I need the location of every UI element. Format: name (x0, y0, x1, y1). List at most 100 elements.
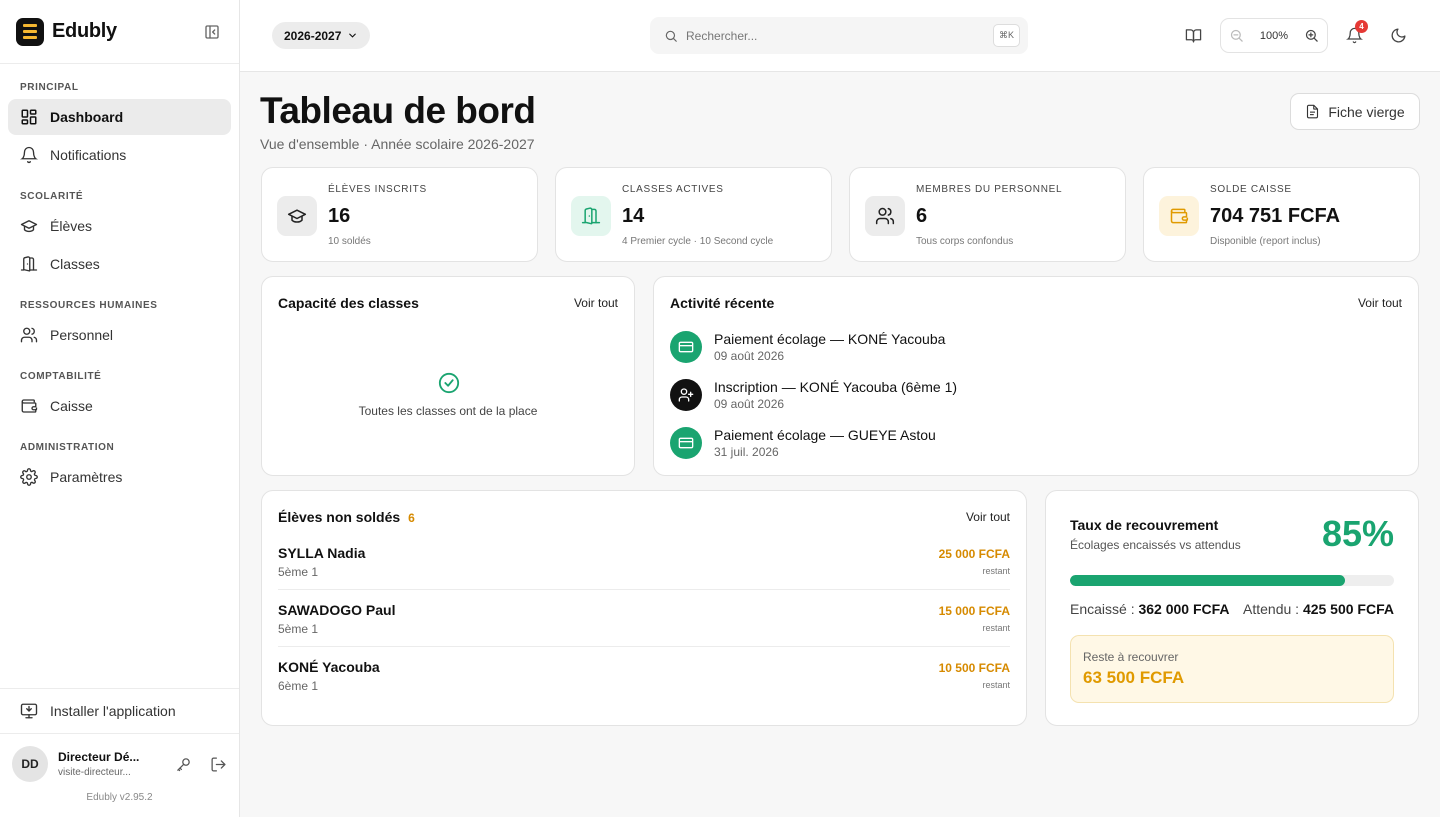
fiche-vierge-button[interactable]: Fiche vierge (1290, 93, 1420, 130)
user-info: Directeur Dé... visite-directeur... (58, 750, 148, 778)
stat-card-personnel[interactable]: MEMBRES DU PERSONNEL 6 Tous corps confon… (849, 167, 1126, 262)
activity-date: 31 juil. 2026 (714, 445, 779, 459)
door-icon (571, 196, 611, 236)
dashboard-icon (21, 109, 37, 125)
sidebar-item-eleves[interactable]: Élèves (8, 208, 231, 244)
school-year-selector[interactable]: 2026-2027 (272, 22, 371, 49)
stat-sub: Disponible (report inclus) (1210, 236, 1321, 247)
activity-item[interactable]: Paiement écolage — GUEYE Astou 31 juil. … (670, 426, 936, 460)
see-all-link[interactable]: Voir tout (1358, 296, 1402, 310)
gear-icon (20, 468, 38, 486)
student-class: 5ème 1 (278, 622, 319, 636)
empty-state-text: Toutes les classes ont de la place (358, 404, 538, 418)
sidebar-item-label: Paramètres (50, 469, 123, 485)
notifications-button[interactable]: 4 (1343, 20, 1368, 46)
stat-label: ÉLÈVES INSCRITS (328, 184, 427, 195)
activity-title: Inscription — KONÉ Yacouba (6ème 1) (714, 379, 958, 395)
sidebar-item-label: Personnel (50, 327, 114, 343)
card-title: Élèves non soldés 6 (278, 509, 415, 525)
recovery-rate-card: Taux de recouvrement Écolages encaissés … (1045, 490, 1419, 726)
stat-label: MEMBRES DU PERSONNEL (916, 184, 1063, 195)
card-title: Taux de recouvrement (1070, 517, 1219, 533)
docs-button[interactable] (1182, 24, 1204, 46)
chevron-down-icon (349, 33, 357, 38)
activity-card: Activité récente Voir tout Paiement écol… (653, 276, 1419, 476)
zoom-out-icon[interactable] (1229, 28, 1244, 43)
stat-card-caisse[interactable]: SOLDE CAISSE 704 751 FCFA Disponible (re… (1143, 167, 1420, 262)
table-row[interactable]: KONÉ Yacouba 6ème 1 10 500 FCFA restant (278, 659, 1010, 715)
see-all-link[interactable]: Voir tout (966, 510, 1010, 524)
amount-note: restant (982, 623, 1010, 633)
key-icon[interactable] (175, 756, 192, 773)
logout-icon[interactable] (210, 756, 227, 773)
graduation-cap-icon (277, 196, 317, 236)
student-class: 5ème 1 (278, 565, 319, 579)
row-divider (278, 589, 1010, 590)
row-divider (278, 646, 1010, 647)
wallet-icon (1159, 196, 1199, 236)
zoom-level: 100% (1259, 29, 1289, 42)
page-subtitle: Vue d'ensemble · Année scolaire 2026-202… (260, 136, 535, 152)
stat-value: 704 751 FCFA (1210, 205, 1341, 227)
student-class: 6ème 1 (278, 679, 319, 693)
install-icon (20, 703, 38, 719)
table-row[interactable]: SYLLA Nadia 5ème 1 25 000 FCFA restant (278, 545, 1010, 601)
sidebar-collapse-icon[interactable] (201, 21, 223, 43)
expected-total: Attendu : 425 500 FCFA (1243, 601, 1394, 617)
search-icon (665, 30, 677, 42)
school-year-label: 2026-2027 (284, 28, 342, 43)
amount-note: restant (982, 680, 1010, 690)
sidebar-item-classes[interactable]: Classes (8, 246, 231, 282)
activity-item[interactable]: Paiement écolage — KONÉ Yacouba 09 août … (670, 330, 945, 364)
sidebar-item-label: Élèves (50, 218, 93, 234)
theme-toggle[interactable] (1387, 24, 1409, 46)
search-bar[interactable]: ⌘K (650, 17, 1028, 54)
student-name: KONÉ Yacouba (278, 659, 380, 675)
stat-card-classes[interactable]: CLASSES ACTIVES 14 4 Premier cycle · 10 … (555, 167, 832, 262)
collected-value: 362 000 FCFA (1138, 601, 1230, 617)
sidebar-item-dashboard[interactable]: Dashboard (8, 99, 231, 135)
door-icon (20, 256, 38, 272)
nav-section-scolarite: SCOLARITÉ (20, 191, 84, 202)
search-input[interactable] (686, 28, 993, 43)
stat-value: 16 (328, 205, 351, 227)
see-all-link[interactable]: Voir tout (574, 296, 618, 310)
search-shortcut: ⌘K (992, 24, 1020, 47)
avatar[interactable]: DD (12, 746, 48, 782)
moon-icon (1391, 27, 1406, 42)
fiche-vierge-label: Fiche vierge (1328, 103, 1405, 120)
install-app-button[interactable]: Installer l'application (0, 688, 239, 734)
stat-value: 6 (916, 205, 928, 227)
card-title: Capacité des classes (278, 295, 419, 311)
activity-date: 09 août 2026 (714, 349, 785, 363)
amount-note: restant (982, 566, 1010, 576)
table-row[interactable]: SAWADOGO Paul 5ème 1 15 000 FCFA restant (278, 602, 1010, 658)
unpaid-students-card: Élèves non soldés 6 Voir tout SYLLA Nadia… (261, 490, 1027, 726)
sidebar-item-notifications[interactable]: Notifications (8, 137, 231, 173)
card-title: Activité récente (670, 295, 775, 311)
stat-sub: Tous corps confondus (916, 236, 1014, 247)
user-panel: DD Directeur Dé... visite-directeur... (0, 742, 239, 786)
page-title: Tableau de bord (260, 90, 536, 131)
recovery-progress-fill (1070, 575, 1346, 586)
sidebar-item-label: Caisse (50, 398, 93, 414)
wallet-icon (21, 399, 38, 413)
sidebar-item-personnel[interactable]: Personnel (8, 317, 231, 353)
sidebar-item-parametres[interactable]: Paramètres (8, 459, 231, 495)
sidebar-item-caisse[interactable]: Caisse (8, 388, 231, 424)
zoom-control: 100% (1220, 18, 1328, 53)
users-icon (865, 196, 905, 236)
remaining-box: Reste à recouvrer 63 500 FCFA (1070, 635, 1394, 703)
remaining-value: 63 500 FCFA (1083, 668, 1185, 687)
stat-sub: 10 soldés (328, 236, 371, 247)
activity-item[interactable]: Inscription — KONÉ Yacouba (6ème 1) 09 a… (670, 378, 957, 412)
student-name: SYLLA Nadia (278, 545, 366, 561)
zoom-in-icon[interactable] (1304, 28, 1319, 43)
student-name: SAWADOGO Paul (278, 602, 396, 618)
install-label: Installer l'application (50, 703, 176, 719)
credit-card-icon (670, 427, 702, 459)
activity-date: 09 août 2026 (714, 397, 785, 411)
stat-sub: 4 Premier cycle · 10 Second cycle (622, 236, 774, 247)
stat-card-eleves[interactable]: ÉLÈVES INSCRITS 16 10 soldés (261, 167, 538, 262)
nav-section-rh: RESSOURCES HUMAINES (20, 300, 158, 311)
